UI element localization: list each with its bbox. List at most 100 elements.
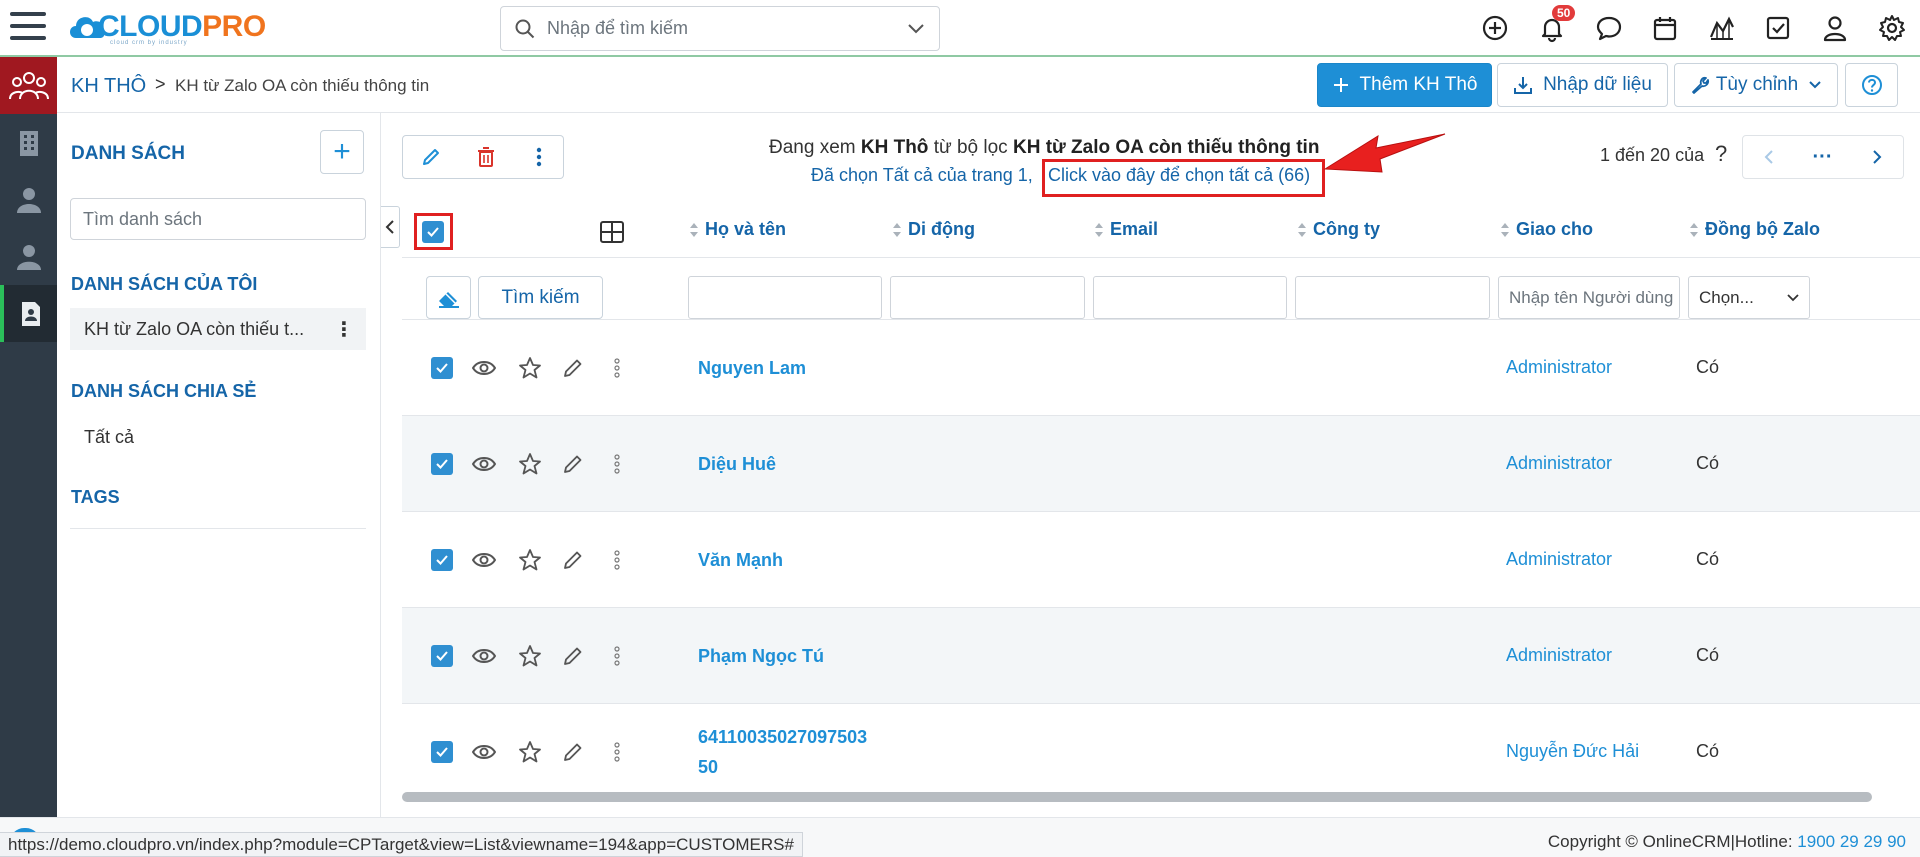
row-checkbox[interactable] [431, 453, 453, 475]
add-circle-icon[interactable] [1480, 13, 1510, 43]
row-name-link[interactable]: Diệu Huê [698, 449, 776, 479]
table-search-button[interactable]: Tìm kiếm [478, 276, 603, 319]
chevron-down-icon[interactable] [907, 23, 925, 35]
gear-icon[interactable] [1877, 13, 1907, 43]
pencil-icon[interactable] [562, 741, 584, 763]
vertical-dots-icon[interactable] [614, 645, 620, 667]
star-icon[interactable] [518, 548, 542, 572]
pencil-icon[interactable] [562, 645, 584, 667]
filter-email-input[interactable] [1093, 276, 1287, 319]
report-chart-icon[interactable] [1707, 13, 1737, 43]
row-owner-link[interactable]: Nguyễn Đức Hải [1506, 741, 1639, 762]
delete-selected-button[interactable] [458, 135, 515, 179]
breadcrumb-root[interactable]: KH THÔ [71, 75, 146, 98]
rail-item-leads[interactable] [0, 228, 57, 285]
table-row[interactable]: Diệu Huê Administrator Có [402, 416, 1920, 512]
row-name-link[interactable]: 64110035027097503 50 [698, 722, 867, 782]
list-search-input[interactable] [70, 198, 366, 240]
wrench-icon [1691, 76, 1709, 94]
column-header-zalo-sync[interactable]: Đồng bộ Zalo [1689, 219, 1820, 240]
table-row[interactable]: 64110035027097503 50 Nguyễn Đức Hải Có [402, 704, 1920, 794]
rail-item-contacts[interactable] [0, 171, 57, 228]
table-row[interactable]: Phạm Ngọc Tú Administrator Có [402, 608, 1920, 704]
eye-icon[interactable] [472, 741, 496, 763]
rail-item-organizations[interactable] [0, 114, 57, 171]
row-checkbox[interactable] [431, 741, 453, 763]
column-header-email[interactable]: Email [1094, 219, 1158, 240]
global-search-box[interactable]: Nhập để tìm kiếm [500, 6, 940, 51]
horizontal-scrollbar[interactable] [402, 792, 1872, 802]
column-layout-icon[interactable] [600, 221, 624, 243]
row-checkbox[interactable] [431, 549, 453, 571]
more-actions-button[interactable] [514, 135, 564, 179]
pencil-icon[interactable] [562, 357, 584, 379]
list-view: Đang xem KH Thô từ bộ lọc KH từ Zalo OA … [402, 113, 1920, 817]
pencil-icon[interactable] [562, 549, 584, 571]
filter-mobile-input[interactable] [890, 276, 1085, 319]
star-icon[interactable] [518, 452, 542, 476]
kebab-menu-icon[interactable]: ⋮ [334, 317, 354, 342]
global-search-input[interactable]: Nhập để tìm kiếm [547, 18, 907, 39]
filter-company-input[interactable] [1295, 276, 1490, 319]
shared-lists-heading: DANH SÁCH CHIA SẺ [71, 381, 257, 401]
row-owner-link[interactable]: Administrator [1506, 549, 1612, 570]
star-icon[interactable] [518, 356, 542, 380]
filter-zalo-select[interactable]: Chọn... [1688, 276, 1810, 319]
select-all-checkbox[interactable] [422, 221, 444, 243]
column-header-name[interactable]: Họ và tên [689, 219, 786, 240]
paging-total-help[interactable]: ? [1715, 141, 1727, 167]
add-raw-customer-button[interactable]: Thêm KH Thô [1317, 63, 1492, 107]
collapse-sidebar-button[interactable] [381, 206, 400, 248]
eye-icon[interactable] [472, 357, 496, 379]
next-page-button[interactable] [1850, 135, 1904, 179]
task-check-icon[interactable] [1763, 13, 1793, 43]
customize-dropdown-button[interactable]: Tùy chỉnh [1674, 63, 1838, 107]
vertical-dots-icon[interactable] [614, 549, 620, 571]
vertical-dots-icon[interactable] [614, 741, 620, 763]
tags-heading: TAGS [71, 487, 120, 507]
eye-icon[interactable] [472, 645, 496, 667]
people-group-icon [8, 71, 49, 99]
pencil-icon[interactable] [562, 453, 584, 475]
hotline-link[interactable]: 1900 29 29 90 [1797, 832, 1906, 851]
user-icon[interactable] [1820, 13, 1850, 43]
select-all-records-link[interactable]: Click vào đây để chọn tất cả (66) [1042, 159, 1325, 197]
filter-assigned-input[interactable]: Nhập tên Người dùng hoặc [1498, 276, 1680, 319]
row-checkbox[interactable] [431, 357, 453, 379]
import-data-button[interactable]: Nhập dữ liệu [1497, 63, 1668, 107]
star-icon[interactable] [518, 644, 542, 668]
vertical-dots-icon[interactable] [614, 453, 620, 475]
filter-name-input[interactable] [688, 276, 882, 319]
table-row[interactable]: Nguyen Lam Administrator Có [402, 320, 1920, 416]
rail-item-customers[interactable] [0, 57, 57, 114]
column-header-company[interactable]: Công ty [1297, 219, 1380, 240]
clear-filter-button[interactable] [426, 276, 471, 319]
page-jump-button[interactable]: ··· [1795, 135, 1851, 179]
row-name-link[interactable]: Nguyen Lam [698, 353, 806, 383]
calendar-icon[interactable] [1650, 13, 1680, 43]
eye-icon[interactable] [472, 453, 496, 475]
column-header-mobile[interactable]: Di động [892, 219, 975, 240]
row-name-link[interactable]: Văn Mạnh [698, 545, 783, 575]
row-checkbox[interactable] [431, 645, 453, 667]
edit-selected-button[interactable] [402, 135, 459, 179]
hamburger-menu-icon[interactable] [10, 12, 46, 44]
sidebar-item-all[interactable]: Tất cả [84, 427, 134, 448]
vertical-dots-icon[interactable] [614, 357, 620, 379]
row-name-link[interactable]: Phạm Ngọc Tú [698, 641, 824, 671]
star-icon[interactable] [518, 740, 542, 764]
add-list-button[interactable]: + [320, 130, 364, 174]
logo[interactable]: CLOUDPRO cloud crm by industry [66, 2, 266, 52]
rail-item-raw-customers[interactable] [0, 285, 57, 342]
row-owner-link[interactable]: Administrator [1506, 645, 1612, 666]
chat-icon[interactable] [1594, 13, 1624, 43]
column-header-assigned-to[interactable]: Giao cho [1500, 219, 1593, 240]
help-button[interactable] [1845, 63, 1898, 107]
module-rail [0, 57, 57, 817]
sidebar-item-my-list[interactable]: KH từ Zalo OA còn thiếu t... ⋮ [70, 308, 366, 350]
eye-icon[interactable] [472, 549, 496, 571]
table-row[interactable]: Văn Mạnh Administrator Có [402, 512, 1920, 608]
prev-page-button[interactable] [1742, 135, 1796, 179]
row-owner-link[interactable]: Administrator [1506, 453, 1612, 474]
row-owner-link[interactable]: Administrator [1506, 357, 1612, 378]
